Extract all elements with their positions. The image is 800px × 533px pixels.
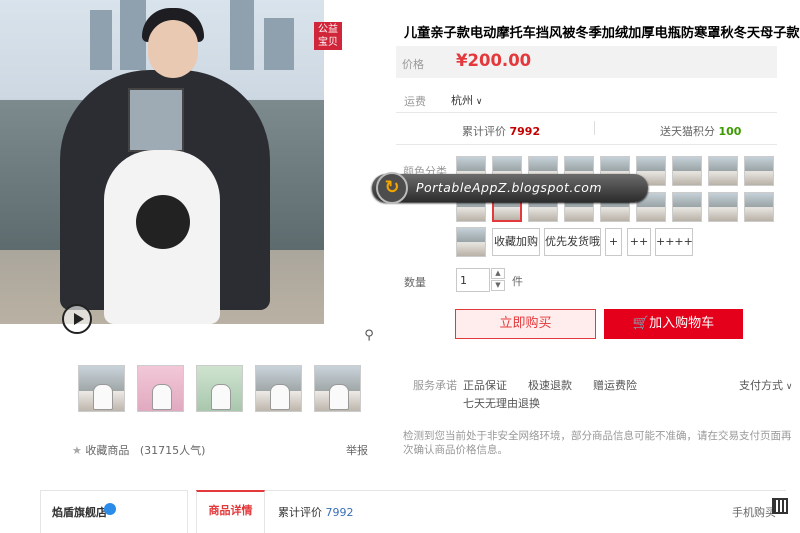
tab-product-details[interactable]: 商品详情 bbox=[196, 490, 265, 533]
chevron-down-icon: ∨ bbox=[783, 382, 793, 392]
thumbnail[interactable] bbox=[137, 365, 184, 412]
thumbnail[interactable] bbox=[78, 365, 125, 412]
price-value: ¥200.00 bbox=[456, 51, 532, 70]
color-swatch[interactable] bbox=[744, 192, 774, 222]
color-swatch[interactable] bbox=[708, 156, 738, 186]
option-plus[interactable]: + bbox=[605, 228, 622, 256]
security-notice: 检测到您当前处于非安全网络环境，部分商品信息可能不准确，请在交易支付页面再次确认… bbox=[403, 430, 792, 456]
quantity-label: 数量 bbox=[404, 276, 426, 289]
divider bbox=[396, 144, 777, 145]
main-product-image[interactable] bbox=[0, 0, 324, 324]
reviews-label: 累计评价 bbox=[462, 125, 506, 138]
service-7day-return[interactable]: 七天无理由退换 bbox=[463, 395, 540, 411]
reviews-count: 7992 bbox=[509, 125, 541, 138]
quantity-decrease-button[interactable]: ▼ bbox=[491, 280, 505, 291]
divider bbox=[594, 121, 595, 135]
qr-code-icon[interactable] bbox=[772, 498, 788, 514]
quantity-increase-button[interactable]: ▲ bbox=[491, 268, 505, 279]
report-link[interactable]: 举报 bbox=[346, 442, 368, 458]
color-swatch[interactable] bbox=[672, 192, 702, 222]
option-plus-plus[interactable]: ++ bbox=[627, 228, 651, 256]
shipping-label: 运费 bbox=[404, 95, 426, 108]
quantity-unit: 件 bbox=[512, 275, 523, 288]
mobile-buy-link[interactable]: 手机购买 bbox=[732, 504, 776, 520]
cart-icon: 🛒 bbox=[632, 316, 650, 331]
magnifier-icon[interactable]: ⚲ bbox=[358, 326, 380, 346]
option-plus-4[interactable]: ++++ bbox=[655, 228, 693, 256]
chevron-down-icon: ∨ bbox=[473, 97, 483, 107]
add-to-cart-label: 加入购物车 bbox=[649, 316, 715, 331]
watermark-logo-icon: ↻ bbox=[376, 172, 408, 204]
service-shipping-insurance[interactable]: 赠运费险 bbox=[593, 377, 637, 393]
shipping-city-select[interactable]: 杭州 ∨ bbox=[451, 92, 482, 108]
option-favorite-cart[interactable]: 收藏加购 bbox=[492, 228, 540, 256]
favorite-product[interactable]: ★ 收藏商品 (31715人气) bbox=[72, 442, 205, 458]
service-fast-refund[interactable]: 极速退款 bbox=[528, 377, 572, 393]
color-swatch[interactable] bbox=[456, 227, 486, 257]
favorite-count: (31715人气) bbox=[139, 444, 206, 457]
badge-line-1: 公益 bbox=[318, 24, 338, 35]
points-summary: 送天猫积分 100 bbox=[660, 123, 741, 139]
service-genuine[interactable]: 正品保证 bbox=[463, 377, 507, 393]
service-label: 服务承诺 bbox=[413, 379, 457, 392]
charity-badge: 公益 宝贝 bbox=[314, 22, 342, 50]
payment-label: 支付方式 bbox=[739, 379, 783, 392]
watermark: PortableAppZ.blogspot.com bbox=[372, 174, 648, 202]
review-summary[interactable]: 累计评价 7992 bbox=[462, 123, 540, 139]
price-label: 价格 bbox=[402, 58, 424, 71]
badge-line-2: 宝贝 bbox=[318, 37, 338, 48]
color-swatch[interactable] bbox=[672, 156, 702, 186]
product-title: 儿童亲子款电动摩托车挡风被冬季加绒加厚电瓶防寒罩秋冬天母子款 bbox=[404, 26, 800, 41]
star-icon: ★ bbox=[72, 444, 82, 457]
tab-reviews[interactable]: 累计评价 7992 bbox=[278, 504, 354, 520]
tab-reviews-label: 累计评价 bbox=[278, 506, 322, 519]
option-priority-ship[interactable]: 优先发货哦 bbox=[544, 228, 601, 256]
shipping-city: 杭州 bbox=[451, 94, 473, 107]
points-value: 100 bbox=[718, 125, 742, 138]
favorite-label: 收藏商品 bbox=[85, 444, 130, 457]
thumbnail[interactable] bbox=[196, 365, 243, 412]
add-to-cart-button[interactable]: 🛒加入购物车 bbox=[604, 309, 743, 339]
points-label: 送天猫积分 bbox=[660, 125, 715, 138]
quantity-input[interactable] bbox=[456, 268, 490, 292]
divider bbox=[396, 112, 777, 113]
payment-methods[interactable]: 支付方式 ∨ bbox=[739, 377, 792, 393]
color-swatch[interactable] bbox=[744, 156, 774, 186]
store-verified-icon bbox=[104, 503, 116, 515]
thumbnail[interactable] bbox=[314, 365, 361, 412]
store-name[interactable]: 焰盾旗舰店 bbox=[52, 504, 107, 520]
buy-now-button[interactable]: 立即购买 bbox=[455, 309, 596, 339]
thumbnail[interactable] bbox=[255, 365, 302, 412]
color-swatch[interactable] bbox=[708, 192, 738, 222]
play-icon[interactable] bbox=[62, 304, 92, 334]
tab-reviews-count: 7992 bbox=[325, 506, 354, 519]
price-band bbox=[396, 46, 777, 78]
